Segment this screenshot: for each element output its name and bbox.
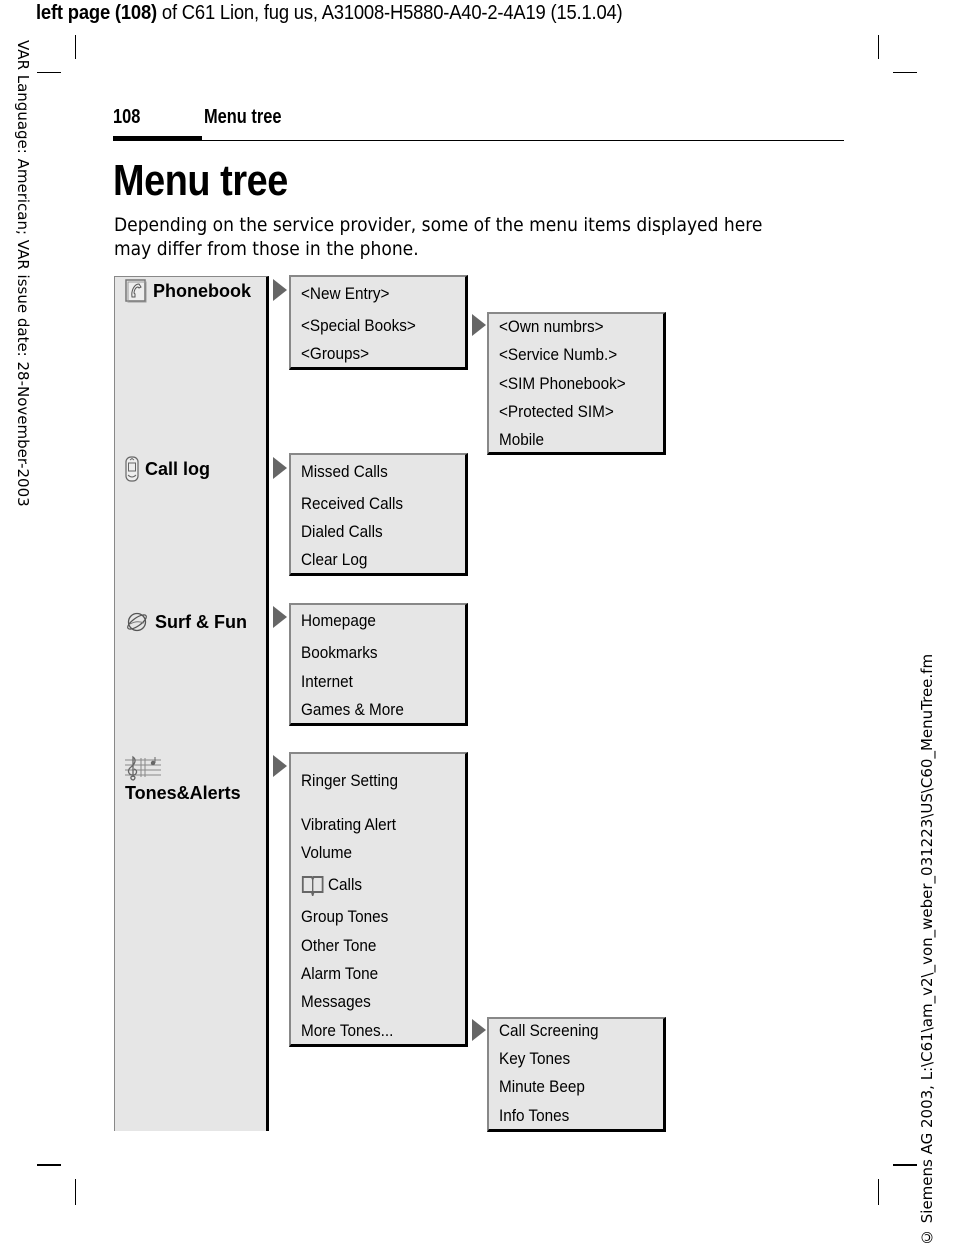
print-info-doc: of C61 Lion, fug us, A31008-H5880-A40-2-… bbox=[156, 2, 623, 24]
submenu-special-books: <Own numbrs> <Service Numb.> <SIM Phoneb… bbox=[487, 312, 666, 455]
submenu-surf-fun: Homepage Bookmarks Internet Games & More bbox=[289, 603, 468, 726]
menu-item-more-tones[interactable]: More Tones... bbox=[301, 1021, 393, 1041]
main-menu-label: Surf & Fun bbox=[155, 611, 247, 632]
menu-item-group-tones[interactable]: Group Tones bbox=[301, 907, 388, 927]
print-info-line: left page (108) of C61 Lion, fug us, A31… bbox=[36, 0, 623, 26]
menu-item-label: Calls bbox=[328, 875, 363, 894]
submenu-call-log: Missed Calls Received Calls Dialed Calls… bbox=[289, 453, 468, 576]
music-staff-icon bbox=[125, 755, 161, 781]
main-menu-label: Call log bbox=[145, 458, 211, 479]
submenu-arrow-icon bbox=[273, 755, 287, 777]
intro-paragraph: Depending on the service provider, some … bbox=[114, 214, 763, 260]
menu-item-volume[interactable]: Volume bbox=[301, 843, 352, 863]
menu-item-call-screening[interactable]: Call Screening bbox=[499, 1021, 599, 1041]
crop-mark bbox=[878, 1179, 879, 1205]
submenu-arrow-icon bbox=[273, 457, 287, 479]
menu-item-groups[interactable]: <Groups> bbox=[301, 344, 369, 364]
menu-item-messages[interactable]: Messages bbox=[301, 992, 371, 1012]
menu-item-minute-beep[interactable]: Minute Beep bbox=[499, 1077, 585, 1097]
main-menu-phonebook[interactable]: Phonebook bbox=[125, 279, 251, 303]
print-info-page: left page (108) bbox=[36, 2, 157, 24]
menu-item-ringer-setting[interactable]: Ringer Setting bbox=[301, 771, 398, 791]
phonebook-icon bbox=[125, 279, 147, 303]
margin-file-path: © Siemens AG 2003, L:\C61\am_v2\_von_web… bbox=[918, 653, 936, 1246]
main-menu-label: Tones&Alerts bbox=[125, 783, 241, 803]
menu-item-bookmarks[interactable]: Bookmarks bbox=[301, 643, 378, 663]
menu-item-games-more[interactable]: Games & More bbox=[301, 700, 404, 720]
menu-item-info-tones[interactable]: Info Tones bbox=[499, 1106, 569, 1126]
menu-item-alarm-tone[interactable]: Alarm Tone bbox=[301, 964, 378, 984]
submenu-tones-alerts: Ringer Setting Vibrating Alert Volume Ca… bbox=[289, 752, 468, 1047]
submenu-phonebook: <New Entry> <Special Books> <Groups> bbox=[289, 275, 468, 370]
menu-item-other-tone[interactable]: Other Tone bbox=[301, 936, 376, 956]
page-title: Menu tree bbox=[113, 156, 288, 205]
header-rule bbox=[113, 140, 844, 141]
mobile-phone-icon bbox=[125, 456, 139, 482]
main-menu-call-log[interactable]: Call log bbox=[125, 456, 211, 482]
margin-language-note: VAR Language: American; VAR issue date: … bbox=[14, 40, 32, 507]
submenu-arrow-icon bbox=[273, 606, 287, 628]
menu-item-vibrating-alert[interactable]: Vibrating Alert bbox=[301, 815, 396, 835]
crop-mark bbox=[893, 72, 917, 73]
globe-icon bbox=[125, 610, 149, 634]
menu-item-sim-phonebook[interactable]: <SIM Phonebook> bbox=[499, 374, 626, 394]
main-menu-column: Phonebook Call log Surf & Fun Tones&Aler… bbox=[114, 276, 269, 1131]
page-number: 108 bbox=[113, 106, 141, 128]
submenu-arrow-icon bbox=[472, 314, 486, 336]
submenu-arrow-icon bbox=[472, 1019, 486, 1041]
menu-item-homepage[interactable]: Homepage bbox=[301, 611, 376, 631]
book-icon bbox=[301, 874, 324, 896]
main-menu-label: Phonebook bbox=[153, 280, 251, 301]
crop-mark bbox=[37, 1164, 61, 1166]
menu-item-internet[interactable]: Internet bbox=[301, 672, 353, 692]
menu-item-protected-sim[interactable]: <Protected SIM> bbox=[499, 402, 614, 422]
menu-item-dialed-calls[interactable]: Dialed Calls bbox=[301, 522, 383, 542]
menu-item-own-numbers[interactable]: <Own numbrs> bbox=[499, 317, 604, 337]
crop-mark bbox=[75, 1179, 76, 1205]
menu-item-clear-log[interactable]: Clear Log bbox=[301, 550, 367, 570]
crop-mark bbox=[893, 1164, 917, 1166]
menu-item-key-tones[interactable]: Key Tones bbox=[499, 1049, 570, 1069]
crop-mark bbox=[37, 72, 61, 73]
menu-item-mobile[interactable]: Mobile bbox=[499, 430, 544, 450]
submenu-more-tones: Call Screening Key Tones Minute Beep Inf… bbox=[487, 1017, 666, 1132]
main-menu-tones-alerts[interactable]: Tones&Alerts bbox=[125, 755, 241, 804]
menu-item-service-numbers[interactable]: <Service Numb.> bbox=[499, 345, 617, 365]
menu-item-special-books[interactable]: <Special Books> bbox=[301, 316, 416, 336]
running-title: Menu tree bbox=[204, 106, 282, 128]
menu-item-new-entry[interactable]: <New Entry> bbox=[301, 284, 389, 304]
menu-item-missed-calls[interactable]: Missed Calls bbox=[301, 462, 388, 482]
submenu-arrow-icon bbox=[273, 279, 287, 301]
menu-item-calls[interactable]: Calls bbox=[301, 874, 362, 896]
crop-mark bbox=[878, 35, 879, 59]
menu-item-received-calls[interactable]: Received Calls bbox=[301, 494, 403, 514]
main-menu-surf-fun[interactable]: Surf & Fun bbox=[125, 610, 247, 634]
crop-mark bbox=[75, 35, 76, 59]
